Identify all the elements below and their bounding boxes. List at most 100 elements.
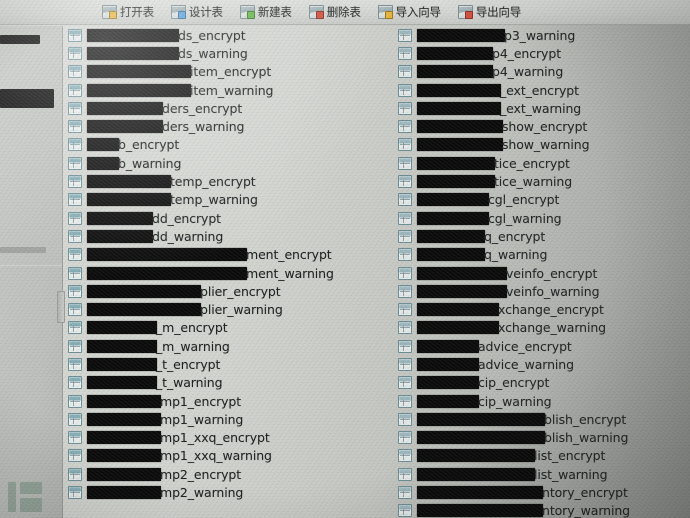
redacted-table-prefix [87, 266, 247, 280]
redacted-table-prefix [87, 357, 157, 371]
table-list-item[interactable]: cgl_encrypt [392, 191, 690, 209]
table-list-column-left[interactable]: ds_encrypt ds_warning item_encrypt item_war… [62, 26, 400, 518]
table-list-item[interactable]: ders_encrypt [62, 99, 400, 117]
toolbar-button-open-table[interactable]: 打开表 [100, 2, 156, 23]
redacted-table-prefix [87, 248, 247, 262]
table-icon [68, 229, 82, 243]
table-list-item[interactable]: mp1_warning [62, 410, 400, 428]
table-list-item[interactable]: xchange_encrypt [392, 300, 690, 318]
table-list-item[interactable]: ment_encrypt [62, 246, 400, 264]
table-list-item[interactable]: temp_warning [62, 191, 400, 209]
table-name-suffix: p3_warning [504, 27, 576, 43]
table-list-item[interactable]: ntory_warning [392, 502, 690, 518]
table-name-suffix: temp_warning [170, 192, 258, 208]
table-list-item[interactable]: _t_warning [62, 374, 400, 392]
table-icon [68, 449, 82, 463]
table-list-item[interactable]: blish_warning [392, 429, 690, 447]
table-list-item[interactable]: _m_encrypt [62, 319, 400, 337]
table-icon [398, 101, 412, 115]
table-name-suffix: ders_encrypt [162, 100, 243, 116]
table-list-item[interactable]: advice_warning [392, 355, 690, 373]
table-list-item[interactable]: item_warning [62, 81, 400, 99]
table-icon [398, 175, 412, 189]
table-list-item[interactable]: b_encrypt [62, 136, 400, 154]
table-list-item[interactable]: temp_encrypt [62, 172, 400, 190]
new-table-icon [239, 5, 255, 19]
table-list-item[interactable]: _ext_warning [392, 99, 690, 117]
table-list-item[interactable]: tice_warning [392, 172, 690, 190]
table-list-item[interactable]: dd_warning [62, 227, 400, 245]
redacted-table-prefix [87, 284, 201, 298]
table-list-item[interactable]: veinfo_encrypt [392, 264, 690, 282]
table-list-column-right[interactable]: p3_warning p4_encrypt p4_warning _ext_encry… [392, 26, 690, 518]
table-list-item[interactable]: p4_encrypt [392, 44, 690, 62]
table-list-item[interactable]: ntory_encrypt [392, 483, 690, 501]
table-list-item[interactable]: cip_warning [392, 392, 690, 410]
table-icon [398, 248, 412, 262]
toolbar-button-import-wizard[interactable]: 导入向导 [376, 2, 443, 23]
redacted-table-prefix [417, 504, 543, 518]
table-list-item[interactable]: mp1_xxq_encrypt [62, 429, 400, 447]
table-list-item[interactable]: _m_warning [62, 337, 400, 355]
table-list-item[interactable]: plier_encrypt [62, 282, 400, 300]
toolbar-button-label: 新建表 [257, 5, 292, 19]
table-name-suffix: q_warning [484, 247, 548, 263]
table-list-item[interactable]: dd_encrypt [62, 209, 400, 227]
table-list-item[interactable]: _t_encrypt [62, 355, 400, 373]
table-icon [68, 120, 82, 134]
table-name-suffix: q_encrypt [484, 228, 546, 244]
toolbar-button-export-wizard[interactable]: 导出向导 [456, 2, 523, 23]
table-name-suffix: blish_warning [544, 430, 629, 446]
navigator-divider [0, 265, 62, 266]
table-name-suffix: _ext_warning [500, 100, 582, 116]
table-list-item[interactable]: ds_warning [62, 44, 400, 62]
redacted-table-prefix [87, 175, 171, 189]
table-list-item[interactable]: p4_warning [392, 63, 690, 81]
table-object-list[interactable]: ds_encrypt ds_warning item_encrypt item_war… [62, 26, 690, 518]
table-list-item[interactable]: mp1_encrypt [62, 392, 400, 410]
table-name-suffix: mp1_encrypt [160, 393, 242, 409]
table-list-item[interactable]: plier_warning [62, 300, 400, 318]
table-list-item[interactable]: p3_warning [392, 26, 690, 44]
table-list-item[interactable]: ment_warning [62, 264, 400, 282]
table-name-suffix: ment_warning [246, 265, 334, 281]
table-list-item[interactable]: list_encrypt [392, 447, 690, 465]
table-name-suffix: show_warning [502, 137, 590, 153]
table-icon [68, 357, 82, 371]
table-name-suffix: b_warning [118, 155, 182, 171]
table-list-item[interactable]: b_warning [62, 154, 400, 172]
table-name-suffix: mp1_xxq_encrypt [160, 430, 270, 446]
table-icon [398, 120, 412, 134]
table-list-item[interactable]: ders_warning [62, 117, 400, 135]
table-list-item[interactable]: mp2_warning [62, 483, 400, 501]
table-list-item[interactable]: blish_encrypt [392, 410, 690, 428]
table-name-suffix: p4_encrypt [492, 45, 561, 61]
navigator-pane[interactable] [0, 26, 65, 518]
table-list-item[interactable]: veinfo_warning [392, 282, 690, 300]
table-list-item[interactable]: list_warning [392, 465, 690, 483]
table-list-item[interactable]: q_encrypt [392, 227, 690, 245]
open-table-icon [102, 5, 117, 19]
table-list-item[interactable]: advice_encrypt [392, 337, 690, 355]
redacted-table-prefix [87, 138, 119, 152]
table-list-item[interactable]: _ext_encrypt [392, 81, 690, 99]
table-icon [68, 266, 82, 280]
table-list-item[interactable]: xchange_warning [392, 319, 690, 337]
redacted-table-prefix [87, 394, 161, 408]
table-icon [68, 156, 82, 170]
table-list-item[interactable]: item_encrypt [62, 63, 400, 81]
table-list-item[interactable]: ds_encrypt [62, 26, 400, 44]
table-list-item[interactable]: mp1_xxq_warning [62, 447, 400, 465]
table-name-suffix: cgl_warning [488, 210, 562, 226]
redacted-table-prefix [87, 46, 179, 60]
table-list-item[interactable]: cgl_warning [392, 209, 690, 227]
table-list-item[interactable]: mp2_encrypt [62, 465, 400, 483]
toolbar-button-new-table[interactable]: 新建表 [238, 2, 294, 23]
table-list-item[interactable]: q_warning [392, 246, 690, 264]
table-list-item[interactable]: tice_encrypt [392, 154, 690, 172]
toolbar-button-delete-table[interactable]: 删除表 [307, 2, 363, 23]
toolbar-button-design-table[interactable]: 设计表 [169, 2, 225, 23]
table-list-item[interactable]: cip_encrypt [392, 374, 690, 392]
table-list-item[interactable]: show_warning [392, 136, 690, 154]
table-list-item[interactable]: show_encrypt [392, 117, 690, 135]
